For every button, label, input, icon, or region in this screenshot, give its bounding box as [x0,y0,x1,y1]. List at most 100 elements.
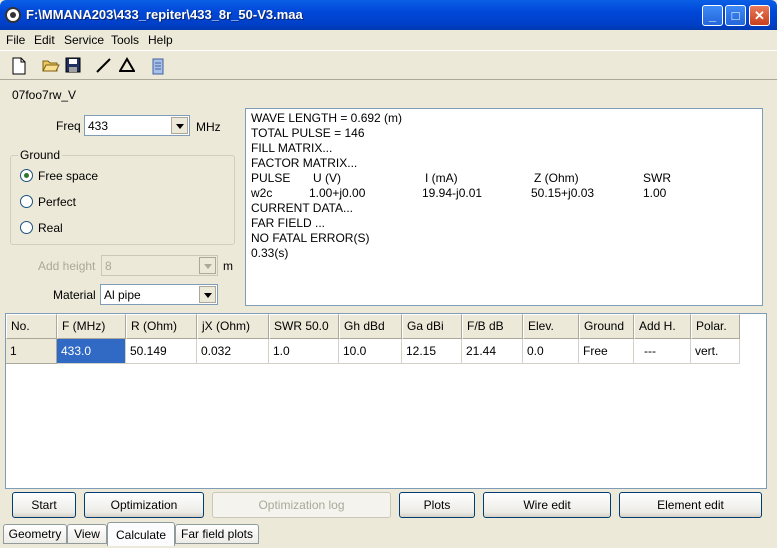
column-header-freq[interactable]: F (MHz) [57,314,126,339]
optimization-button[interactable]: Optimization [84,492,204,518]
table-cell-ground[interactable]: Free [579,339,634,364]
start-button[interactable]: Start [12,492,76,518]
app-icon[interactable] [5,7,21,23]
output-line: FILL MATRIX... [251,141,333,155]
wire-edit-button[interactable]: Wire edit [483,492,611,518]
menu-help[interactable]: Help [148,33,173,47]
menu-service[interactable]: Service [64,33,104,47]
output-line: FAR FIELD ... [251,216,326,230]
radio-perfect-label[interactable]: Perfect [38,195,76,209]
freq-unit: MHz [196,120,221,134]
column-header-swr[interactable]: SWR 50.0 [269,314,339,339]
tab-view[interactable]: View [67,524,107,544]
output-line: FACTOR MATRIX... [251,156,358,170]
optimization-log-button: Optimization log [212,492,391,518]
add-height-label: Add height [38,259,96,273]
output-row-u: 1.00+j0.00 [309,186,366,200]
tab-geometry[interactable]: Geometry [3,524,67,544]
output-line: 0.33(s) [251,246,289,260]
clipboard-button[interactable] [148,55,170,77]
output-line: TOTAL PULSE = 146 [251,126,365,140]
open-folder-icon [42,60,60,72]
radio-real[interactable] [20,221,33,234]
tab-bar: Geometry View Calculate Far field plots [0,521,777,548]
open-button[interactable] [40,55,62,77]
window-title: F:\MMANA203\433_repiter\433_8r_50-V3.maa [26,7,303,22]
column-header-add-h[interactable]: Add H. [634,314,691,339]
output-header-pulse: PULSE [251,171,291,185]
output-line: CURRENT DATA... [251,201,354,215]
triangle-button[interactable] [117,55,139,77]
chevron-down-icon [199,257,216,274]
output-row-z: 50.15+j0.03 [531,186,595,200]
clipboard-icon [152,58,164,75]
output-row-pulse: w2c [251,186,273,200]
column-header-polar[interactable]: Polar. [691,314,740,339]
table-cell-swr[interactable]: 1.0 [269,339,339,364]
file-label: 07foo7rw_V [12,88,77,102]
minimize-button[interactable]: _ [702,5,723,26]
column-header-jx[interactable]: jX (Ohm) [197,314,269,339]
tab-far-field-plots[interactable]: Far field plots [175,524,259,544]
menu-edit[interactable]: Edit [34,33,55,47]
add-height-unit: m [223,259,233,273]
column-header-ga[interactable]: Ga dBi [402,314,462,339]
output-header-u: U (V) [313,171,341,185]
table-cell-no[interactable]: 1 [6,339,57,364]
table-cell-ga[interactable]: 12.15 [402,339,462,364]
element-edit-button[interactable]: Element edit [619,492,762,518]
table-cell-jx[interactable]: 0.032 [197,339,269,364]
output-header-i: I (mA) [425,171,458,185]
output-header-z: Z (Ohm) [534,171,579,185]
close-button[interactable]: ✕ [749,5,770,26]
radio-real-label[interactable]: Real [38,221,63,235]
table-cell-gh[interactable]: 10.0 [339,339,402,364]
table-cell-freq[interactable]: 433.0 [57,339,126,364]
maximize-button[interactable]: □ [725,5,746,26]
toolbar [0,50,777,80]
material-combo[interactable]: Al pipe [100,284,218,305]
freq-label: Freq [56,119,81,133]
table-cell-polar[interactable]: vert. [691,339,740,364]
table-cell-r[interactable]: 50.149 [126,339,197,364]
maximize-icon: □ [731,8,740,23]
radio-perfect[interactable] [20,195,33,208]
add-height-value: 8 [105,259,112,273]
radio-free-space[interactable] [20,169,33,182]
output-row-i: 19.94-j0.01 [422,186,483,200]
add-height-combo: 8 [101,255,218,276]
output-line: NO FATAL ERROR(S) [251,231,370,245]
chevron-down-icon[interactable] [171,117,188,134]
chevron-down-icon[interactable] [199,286,216,303]
output-line: WAVE LENGTH = 0.692 (m) [251,111,403,125]
save-button[interactable] [63,55,85,77]
material-value: Al pipe [104,288,141,302]
results-table[interactable]: No. F (MHz) R (Ohm) jX (Ohm) SWR 50.0 Gh… [5,313,767,489]
triangle-icon [119,57,135,72]
freq-combo[interactable]: 433 [84,115,190,136]
wire-button[interactable] [93,55,115,77]
calculation-output[interactable]: WAVE LENGTH = 0.692 (m) TOTAL PULSE = 14… [245,108,763,306]
column-header-fb[interactable]: F/B dB [462,314,523,339]
column-header-ground[interactable]: Ground [579,314,634,339]
wire-icon [96,58,111,73]
menu-bar: File Edit Service Tools Help [0,30,777,50]
close-icon: ✕ [754,8,765,23]
menu-tools[interactable]: Tools [111,33,139,47]
plots-button[interactable]: Plots [399,492,475,518]
column-header-r[interactable]: R (Ohm) [126,314,197,339]
title-bar: F:\MMANA203\433_repiter\433_8r_50-V3.maa… [0,0,777,30]
new-file-button[interactable] [9,55,31,77]
ground-title: Ground [18,148,63,162]
minimize-icon: _ [708,8,717,23]
menu-file[interactable]: File [6,33,25,47]
table-cell-elev[interactable]: 0.0 [523,339,579,364]
radio-free-space-label[interactable]: Free space [38,169,98,183]
column-header-gh[interactable]: Gh dBd [339,314,402,339]
table-cell-fb[interactable]: 21.44 [462,339,523,364]
output-header-swr: SWR [643,171,671,185]
table-cell-add-h[interactable]: --- [634,339,691,364]
column-header-elev[interactable]: Elev. [523,314,579,339]
tab-calculate[interactable]: Calculate [107,522,175,546]
column-header-no[interactable]: No. [6,314,57,339]
